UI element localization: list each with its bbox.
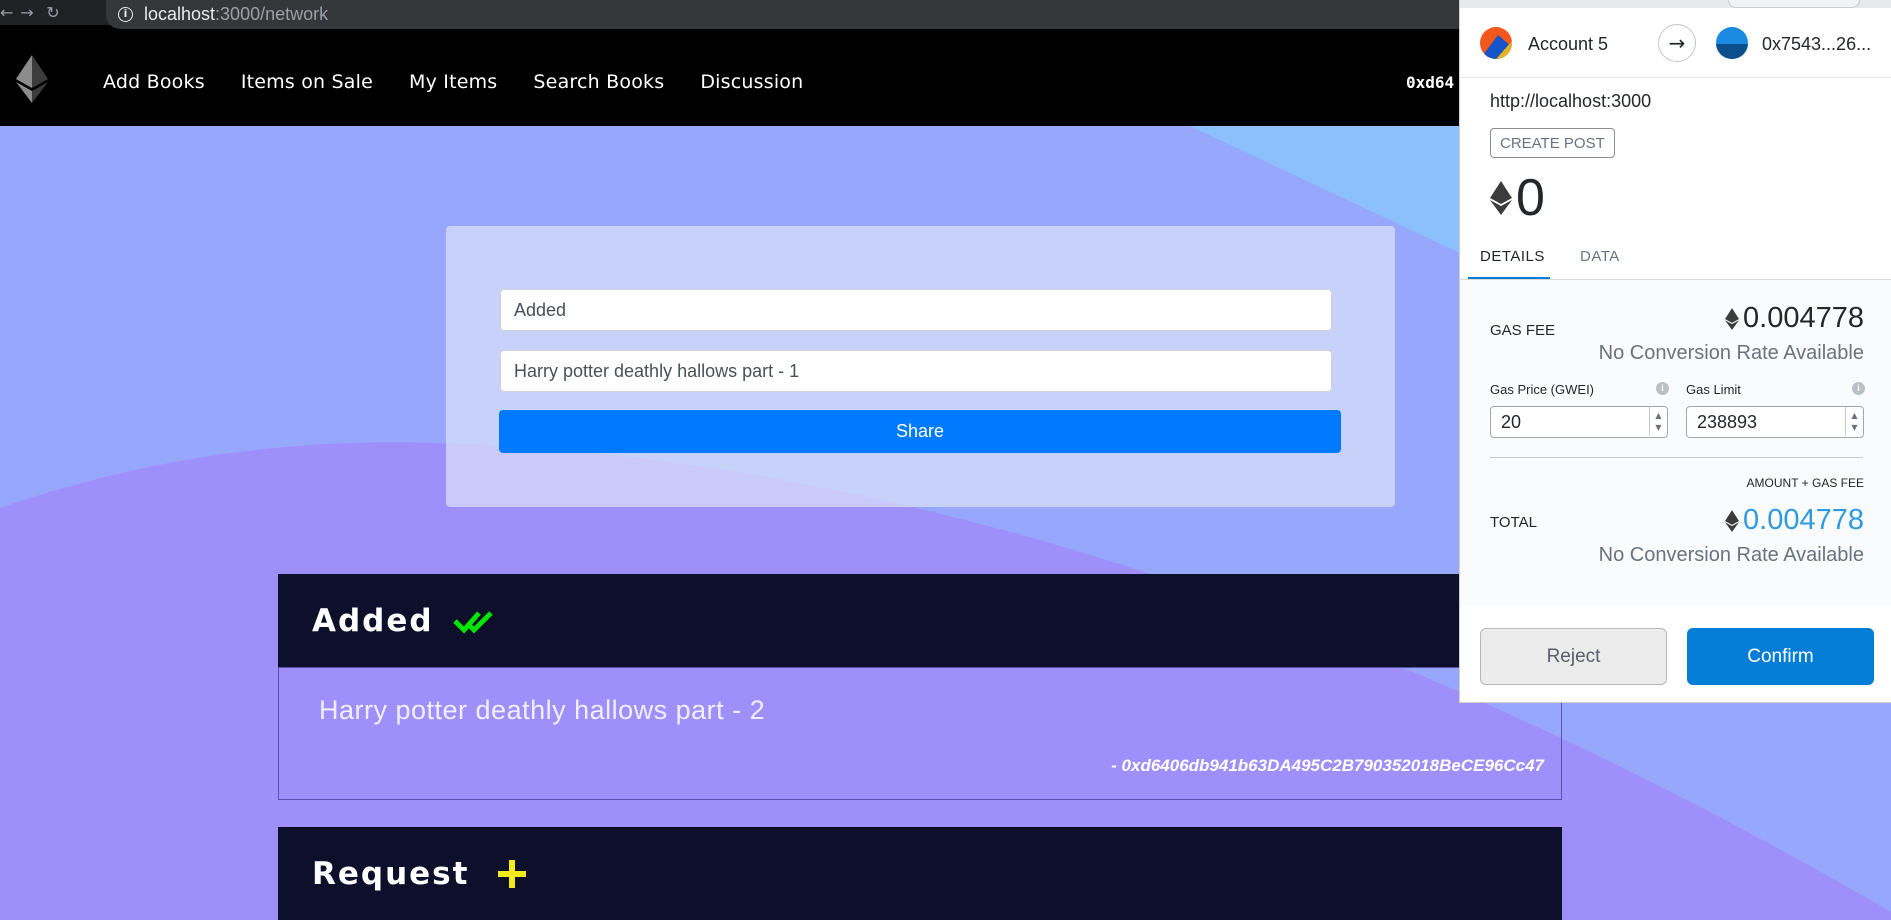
tab-details[interactable]: DETAILS	[1480, 248, 1545, 265]
gas-limit-input[interactable]: 238893 ▲ ▼	[1686, 406, 1864, 438]
forward-icon[interactable]: →	[14, 3, 40, 22]
gas-price-info-icon[interactable]: i	[1656, 382, 1669, 395]
address-bar[interactable]: i localhost:3000/network	[106, 0, 1506, 29]
stepper-down-icon[interactable]: ▼	[1851, 422, 1857, 434]
network-indicator[interactable]	[1728, 0, 1860, 8]
total-amount: 0.004778	[1725, 504, 1864, 537]
post-header-request: Request	[278, 827, 1562, 920]
back-icon[interactable]: ←	[0, 3, 14, 22]
gas-fee-amount: 0.004778	[1725, 302, 1864, 335]
nav-discussion[interactable]: Discussion	[700, 71, 803, 93]
post-title: Added	[312, 602, 434, 639]
sender-recipient-row: Account 5 → 0x7543...26...	[1460, 8, 1891, 78]
gas-fee-value: 0.004778	[1743, 302, 1864, 334]
gas-price-stepper[interactable]: ▲ ▼	[1649, 407, 1667, 436]
post-header-added: Added	[278, 574, 1562, 667]
gas-price-input[interactable]: 20 ▲ ▼	[1490, 406, 1668, 438]
gas-limit-value: 238893	[1697, 411, 1758, 432]
eth-icon	[1725, 509, 1740, 532]
details-tabs: DETAILS DATA	[1460, 238, 1891, 280]
share-button[interactable]: Share	[499, 410, 1341, 453]
nav-search-books[interactable]: Search Books	[533, 71, 664, 93]
gas-price-label: Gas Price (GWEI)	[1490, 382, 1595, 397]
from-avatar-icon	[1480, 27, 1512, 59]
tag-input[interactable]: Added	[500, 289, 1332, 331]
gas-limit-stepper[interactable]: ▲ ▼	[1845, 407, 1863, 436]
plus-icon	[498, 859, 527, 888]
gas-limit-label: Gas Limit	[1686, 382, 1741, 397]
confirm-button[interactable]: Confirm	[1687, 628, 1874, 685]
ethereum-logo-icon[interactable]	[16, 55, 48, 103]
post-text-input[interactable]: Harry potter deathly hallows part - 1	[500, 350, 1332, 392]
stepper-up-icon[interactable]: ▲	[1655, 410, 1661, 422]
arrow-right-icon: →	[1658, 24, 1696, 62]
nav-items-on-sale[interactable]: Items on Sale	[241, 71, 373, 93]
eth-icon	[1725, 307, 1740, 330]
total-value: 0.004778	[1743, 504, 1864, 536]
active-tab-indicator	[1468, 277, 1550, 279]
post-form: Added Harry potter deathly hallows part …	[446, 226, 1395, 507]
request-origin: http://localhost:3000	[1490, 91, 1652, 111]
double-check-icon	[452, 610, 493, 634]
account-address: 0xd64	[1406, 73, 1455, 92]
reload-icon[interactable]: ↻	[40, 3, 66, 22]
stepper-up-icon[interactable]: ▲	[1851, 410, 1857, 422]
gas-fee-conversion: No Conversion Rate Available	[1598, 342, 1864, 364]
amount-gas-label: AMOUNT + GAS FEE	[1746, 476, 1864, 490]
details-divider	[1490, 457, 1863, 458]
stepper-down-icon[interactable]: ▼	[1655, 422, 1661, 434]
post-title: Request	[312, 855, 470, 892]
gas-price-value: 20	[1501, 411, 1522, 432]
tab-data[interactable]: DATA	[1580, 248, 1620, 265]
to-avatar-icon	[1716, 27, 1748, 59]
post-author: - 0xd6406db941b63DA495C2B790352018BeCE96…	[1111, 756, 1544, 775]
site-info-icon[interactable]: i	[118, 7, 133, 22]
nav-add-books[interactable]: Add Books	[103, 71, 205, 93]
eth-icon	[1490, 181, 1512, 215]
amount-value: 0	[1516, 169, 1545, 227]
transaction-amount: 0	[1490, 168, 1545, 228]
metamask-popup: Account 5 → 0x7543...26... http://localh…	[1459, 0, 1891, 703]
details-panel: GAS FEE 0.004778 No Conversion Rate Avai…	[1460, 280, 1891, 605]
reject-button[interactable]: Reject	[1480, 628, 1667, 685]
total-label: TOTAL	[1490, 514, 1537, 531]
transaction-type-badge: CREATE POST	[1490, 128, 1615, 158]
from-account-name[interactable]: Account 5	[1528, 34, 1608, 55]
gas-limit-info-icon[interactable]: i	[1852, 382, 1865, 395]
post-body: Harry potter deathly hallows part - 2 - …	[278, 667, 1562, 800]
url-host: localhost	[144, 4, 216, 24]
to-address[interactable]: 0x7543...26...	[1762, 34, 1871, 55]
total-conversion: No Conversion Rate Available	[1598, 544, 1864, 566]
post-text: Harry potter deathly hallows part - 2	[319, 695, 766, 725]
nav-my-items[interactable]: My Items	[409, 71, 497, 93]
url-path: :3000/network	[215, 4, 329, 24]
gas-fee-label: GAS FEE	[1490, 322, 1556, 339]
